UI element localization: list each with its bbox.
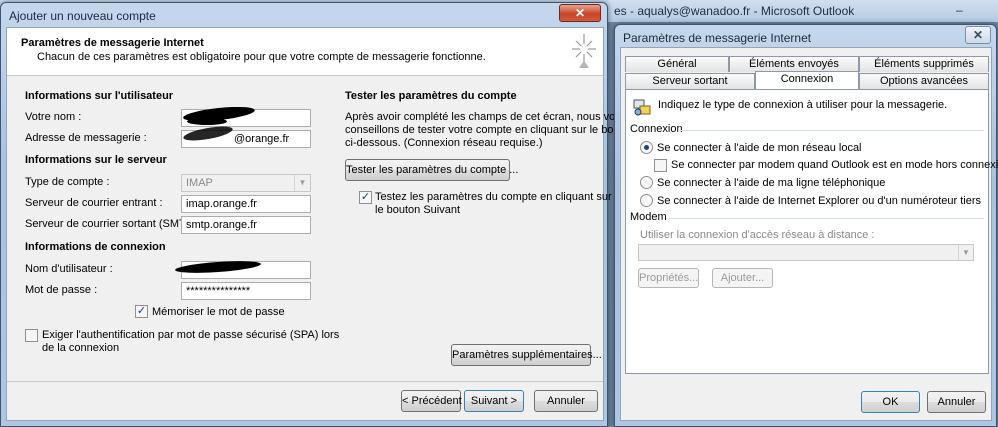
tab-sent-items[interactable]: Éléments envoyés [729,56,859,72]
account-type-select[interactable]: IMAP ▼ [181,174,311,192]
tab-general[interactable]: Général [625,56,729,72]
test-account-button[interactable]: Tester les paramètres du compte ... [345,159,518,181]
incoming-server-input[interactable]: imap.orange.fr [181,195,311,213]
test-description-line3: ci-dessous. (Connexion réseau requise.) [345,137,543,149]
test-on-next-label-line2: le bouton Suivant [375,204,461,216]
properties-button[interactable]: Propriétés... [638,268,699,288]
tab-connection[interactable]: Connexion [755,71,859,89]
cancel-button[interactable]: Annuler [534,390,598,412]
spa-label-line2: de la connexion [42,342,120,354]
tab-advanced-options[interactable]: Options avancées [859,73,989,89]
radio-lan-label: Se connecter à l'aide de mon réseau loca… [657,142,862,154]
password-input[interactable]: *************** [181,282,311,300]
user-section-heading: Informations sur l'utilisateur [25,90,174,102]
dialup-select[interactable]: ▼ [638,244,974,261]
test-description-line2: conseillons de tester votre compte en cl… [345,124,635,136]
close-icon: ✕ [574,6,586,20]
connection-icon [633,99,651,116]
radio-internet-explorer[interactable] [640,194,653,207]
add-button[interactable]: Ajouter... [712,268,773,288]
outgoing-server-label: Serveur de courrier sortant (SMTP) : [25,218,203,230]
header-title: Paramètres de messagerie Internet [21,37,204,49]
close-button[interactable]: ✕ [559,4,601,22]
tab-deleted-items[interactable]: Éléments supprimés [859,56,989,72]
remember-password-label: Mémoriser le mot de passe [152,306,285,318]
username-label: Nom d'utilisateur : [25,263,113,275]
back-button[interactable]: < Précédent [401,390,462,412]
test-section-heading: Tester les paramètres du compte [345,90,517,102]
more-settings-button[interactable]: Paramètres supplémentaires... [451,344,602,366]
next-button[interactable]: Suivant > [464,390,524,412]
redaction-scribble [187,118,227,125]
dialup-label: Utiliser la connexion d'accès réseau à d… [640,229,875,241]
login-section-heading: Informations de connexion [25,241,166,253]
radio-lan[interactable] [640,141,653,154]
connection-group-line [678,130,984,131]
connection-intro: Indiquez le type de connexion à utiliser… [658,99,948,111]
footer-divider [7,381,603,382]
test-description-line1: Après avoir complété les champs de cet é… [345,111,627,123]
add-account-window: Ajouter un nouveau compte ✕ Paramètres d… [0,2,635,427]
connection-group-label: Connexion [630,123,683,135]
ok-button[interactable]: OK [861,391,920,413]
header-description: Chacun de ces paramètres est obligatoire… [37,51,486,63]
close-icon: ✕ [972,28,984,42]
dialog-header: Paramètres de messagerie Internet Chacun… [7,28,603,76]
outlook-title: es - aqualys@wanadoo.fr - Microsoft Outl… [614,4,855,18]
spa-checkbox[interactable] [25,329,38,342]
window-title: Paramètres de messagerie Internet [623,31,812,45]
window-client: Général Éléments envoyés Éléments suppri… [620,47,998,421]
password-label: Mot de passe : [25,284,98,296]
minimize-icon[interactable]: – [956,3,963,17]
chevron-down-icon: ▼ [958,245,973,260]
tab-outgoing-server[interactable]: Serveur sortant [625,73,755,89]
test-on-next-checkbox[interactable]: ✓ [359,191,372,204]
spa-label-line1: Exiger l'authentification par mot de pas… [42,329,340,341]
server-section-heading: Informations sur le serveur [25,154,167,166]
modem-offline-checkbox[interactable] [654,159,667,172]
radio-phone-line-label: Se connecter à l'aide de ma ligne téléph… [657,177,886,189]
test-on-next-label-line1: Testez les paramètres du compte en cliqu… [375,191,612,203]
close-button[interactable]: ✕ [965,26,991,44]
radio-internet-explorer-label: Se connecter à l'aide de Internet Explor… [657,195,982,207]
incoming-server-label: Serveur de courrier entrant : [25,197,163,209]
chevron-down-icon: ▼ [294,175,310,191]
modem-offline-label: Se connecter par modem quand Outlook est… [671,159,998,171]
email-label: Adresse de messagerie : [25,132,147,144]
account-type-value: IMAP [186,177,213,189]
name-label: Votre nom : [25,111,82,123]
modem-group-label: Modem [630,211,667,223]
email-value: @orange.fr [234,133,290,145]
window-title: Ajouter un nouveau compte [9,9,156,23]
tab-panel: Indiquez le type de connexion à utiliser… [625,89,998,374]
modem-group-line [666,218,984,219]
account-type-label: Type de compte : [25,176,110,188]
sparkle-icon [572,34,596,68]
internet-settings-window: Paramètres de messagerie Internet ✕ Géné… [614,24,998,427]
cancel-button[interactable]: Annuler [927,391,986,413]
remember-password-checkbox[interactable]: ✓ [135,305,148,318]
outgoing-server-input[interactable]: smtp.orange.fr [181,216,311,234]
window-client: Paramètres de messagerie Internet Chacun… [6,27,635,421]
radio-phone-line[interactable] [640,176,653,189]
